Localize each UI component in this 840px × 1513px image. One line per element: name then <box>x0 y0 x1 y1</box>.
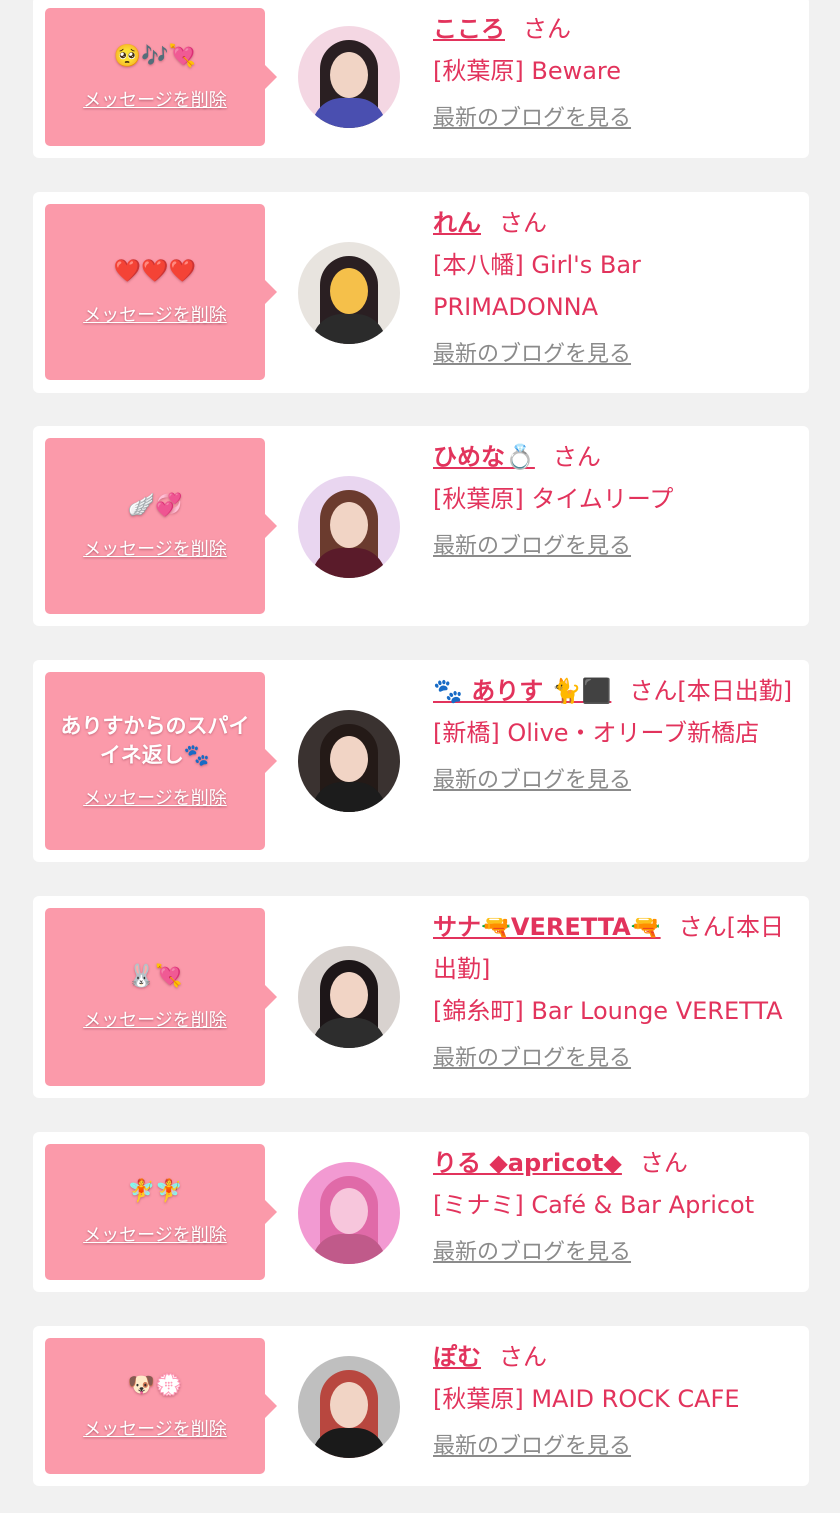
working-today-label: [本日出勤] <box>677 677 793 705</box>
name-row: ぽむ さん <box>433 1336 793 1378</box>
avatar-face <box>330 502 368 548</box>
message-text: ありすからのスパイイネ返し🐾 <box>60 713 250 767</box>
message-bubble: 🐰💘 メッセージを削除 <box>45 908 277 1086</box>
card-info: ぽむ さん [秋葉原] MAID ROCK CAFE 最新のブログを見る <box>433 1336 793 1466</box>
name-row: 🐾 ありす 🐈⬛ さん[本日出勤] <box>433 670 793 712</box>
delete-message-link[interactable]: メッセージを削除 <box>83 1221 227 1247</box>
message-card: ❤️❤️❤️ メッセージを削除 れん さん [本八幡] Girl's Bar PR… <box>33 192 809 393</box>
honorific: さん <box>499 1343 547 1371</box>
avatar-face <box>330 268 368 314</box>
honorific: さん <box>639 1149 688 1177</box>
message-bubble: 🧚🧚 メッセージを削除 <box>45 1144 277 1280</box>
card-info: 🐾 ありす 🐈⬛ さん[本日出勤] [新橋] Olive・オリーブ新橋店 最新のブ… <box>433 670 793 800</box>
message-card: ありすからのスパイイネ返し🐾 メッセージを削除 🐾 ありす 🐈⬛ さん[本日出勤]… <box>33 660 809 862</box>
avatar[interactable] <box>298 946 400 1048</box>
message-card: 🧚🧚 メッセージを削除 りる ◆apricot◆ さん [ミナミ] Café & … <box>33 1132 809 1292</box>
name-row: ひめな💍 さん <box>433 436 793 478</box>
girl-name-link[interactable]: りる ◆apricot◆ <box>433 1149 622 1177</box>
shop-name: [新橋] Olive・オリーブ新橋店 <box>433 719 760 747</box>
girl-name-link[interactable]: 🐾 ありす 🐈⬛ <box>433 677 611 705</box>
honorific: さん <box>499 209 547 237</box>
avatar-face <box>330 52 368 98</box>
latest-blog-link[interactable]: 最新のブログを見る <box>433 532 631 562</box>
girl-name-link[interactable]: ひめな💍 <box>433 443 535 471</box>
name-row: こころ さん <box>433 8 793 50</box>
message-bubble: 🐶💮 メッセージを削除 <box>45 1338 277 1474</box>
message-bubble: 🪽💞 メッセージを削除 <box>45 438 277 614</box>
avatar-face <box>330 1382 368 1428</box>
message-text: ❤️❤️❤️ <box>113 258 197 284</box>
message-card: 🥺🎶💘 メッセージを削除 こころ さん [秋葉原] Beware 最新のブログを見… <box>33 0 809 158</box>
name-row: れん さん <box>433 202 793 244</box>
card-info: れん さん [本八幡] Girl's Bar PRIMADONNA 最新のブログを… <box>433 202 793 374</box>
latest-blog-link[interactable]: 最新のブログを見る <box>433 1432 631 1462</box>
latest-blog-link[interactable]: 最新のブログを見る <box>433 766 631 796</box>
shop-name: [秋葉原] タイムリープ <box>433 485 674 513</box>
card-info: こころ さん [秋葉原] Beware 最新のブログを見る <box>433 8 793 138</box>
message-card: 🐰💘 メッセージを削除 サナ🔫VERETTA🔫 さん[本日出勤] [錦糸町] Ba… <box>33 896 809 1098</box>
avatar-face <box>330 972 368 1018</box>
avatar[interactable] <box>298 242 400 344</box>
honorific: さん <box>552 443 601 471</box>
avatar-face <box>330 1188 368 1234</box>
avatar[interactable] <box>298 1356 400 1458</box>
delete-message-link[interactable]: メッセージを削除 <box>83 86 227 112</box>
latest-blog-link[interactable]: 最新のブログを見る <box>433 340 631 370</box>
message-card: 🐶💮 メッセージを削除 ぽむ さん [秋葉原] MAID ROCK CAFE 最新… <box>33 1326 809 1486</box>
girl-name-link[interactable]: れん <box>433 209 481 237</box>
card-info: りる ◆apricot◆ さん [ミナミ] Café & Bar Apricot … <box>433 1142 793 1272</box>
avatar[interactable] <box>298 476 400 578</box>
message-text: 🪽💞 <box>127 492 183 518</box>
girl-name-link[interactable]: ぽむ <box>433 1343 481 1371</box>
avatar[interactable] <box>298 710 400 812</box>
message-bubble: ❤️❤️❤️ メッセージを削除 <box>45 204 277 380</box>
delete-message-link[interactable]: メッセージを削除 <box>83 1415 227 1441</box>
shop-name: [秋葉原] MAID ROCK CAFE <box>433 1385 740 1413</box>
honorific: さん <box>678 913 727 941</box>
message-text: 🐰💘 <box>127 963 183 989</box>
message-text: 🐶💮 <box>127 1372 183 1398</box>
message-bubble: 🥺🎶💘 メッセージを削除 <box>45 8 277 146</box>
honorific: さん <box>523 15 571 43</box>
message-bubble: ありすからのスパイイネ返し🐾 メッセージを削除 <box>45 672 277 850</box>
message-text: 🥺🎶💘 <box>113 43 197 69</box>
honorific: さん <box>629 677 678 705</box>
card-info: ひめな💍 さん [秋葉原] タイムリープ 最新のブログを見る <box>433 436 793 566</box>
shop-name: [秋葉原] Beware <box>433 57 622 85</box>
latest-blog-link[interactable]: 最新のブログを見る <box>433 1044 631 1074</box>
shop-name: [本八幡] Girl's Bar PRIMADONNA <box>433 251 641 321</box>
delete-message-link[interactable]: メッセージを削除 <box>83 784 227 810</box>
girl-name-link[interactable]: サナ🔫VERETTA🔫 <box>433 913 661 941</box>
avatar[interactable] <box>298 1162 400 1264</box>
card-info: サナ🔫VERETTA🔫 さん[本日出勤] [錦糸町] Bar Lounge VER… <box>433 906 793 1078</box>
name-row: サナ🔫VERETTA🔫 さん[本日出勤] <box>433 906 793 990</box>
avatar[interactable] <box>298 26 400 128</box>
shop-name: [錦糸町] Bar Lounge VERETTA <box>433 997 783 1025</box>
name-row: りる ◆apricot◆ さん <box>433 1142 793 1184</box>
avatar-face <box>330 736 368 782</box>
delete-message-link[interactable]: メッセージを削除 <box>83 301 227 327</box>
latest-blog-link[interactable]: 最新のブログを見る <box>433 1238 631 1268</box>
message-text: 🧚🧚 <box>127 1178 183 1204</box>
delete-message-link[interactable]: メッセージを削除 <box>83 535 227 561</box>
latest-blog-link[interactable]: 最新のブログを見る <box>433 104 631 134</box>
girl-name-link[interactable]: こころ <box>433 15 505 43</box>
shop-name: [ミナミ] Café & Bar Apricot <box>433 1191 755 1219</box>
message-card: 🪽💞 メッセージを削除 ひめな💍 さん [秋葉原] タイムリープ 最新のブログを見… <box>33 426 809 626</box>
delete-message-link[interactable]: メッセージを削除 <box>83 1006 227 1032</box>
